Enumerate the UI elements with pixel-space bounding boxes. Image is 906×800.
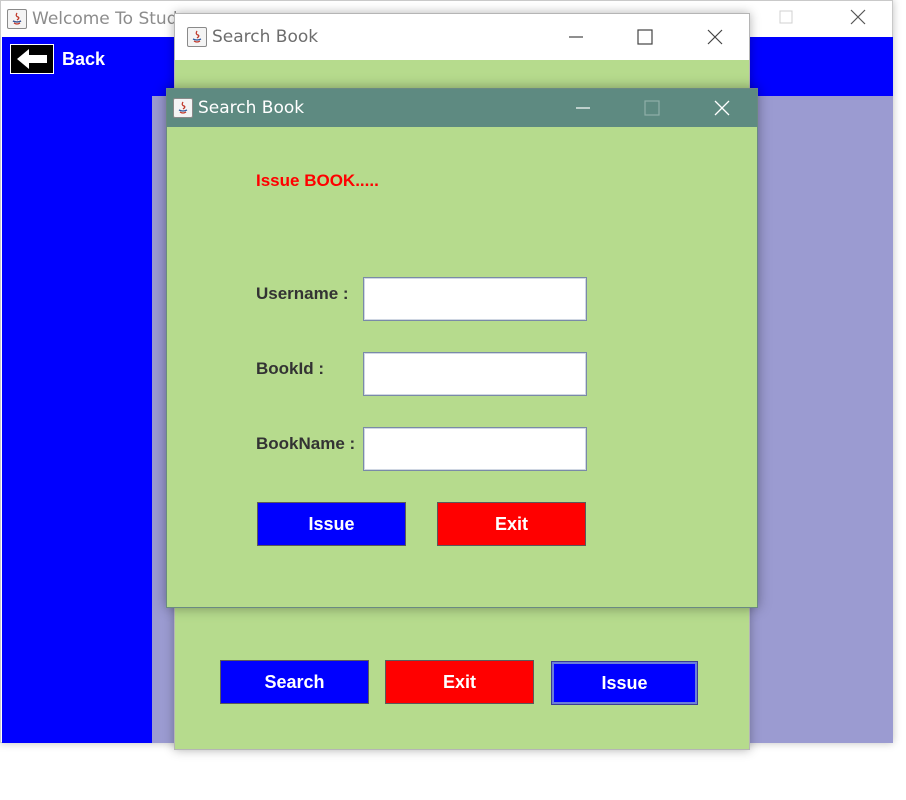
close-icon — [850, 9, 866, 25]
issue-submit-button[interactable]: Issue — [257, 502, 406, 546]
issue-heading: Issue BOOK..... — [256, 171, 379, 190]
main-close-button[interactable] — [835, 1, 881, 33]
bookname-field[interactable] — [363, 427, 587, 471]
bookid-label: BookId : — [256, 359, 324, 378]
issue-book-window: Search Book Issue BOOK..... Username : B… — [166, 88, 758, 608]
main-window-title: Welcome To Stud — [32, 9, 178, 29]
search-minimize-button[interactable] — [553, 14, 599, 60]
maximize-icon — [644, 100, 660, 116]
search-button[interactable]: Search — [220, 660, 369, 704]
close-icon — [707, 29, 723, 45]
issue-minimize-button[interactable] — [560, 89, 606, 127]
minimize-icon — [569, 36, 583, 38]
java-icon — [7, 9, 27, 29]
issue-close-button[interactable] — [699, 89, 745, 127]
search-window-title: Search Book — [212, 27, 319, 47]
left-panel — [2, 96, 152, 743]
exit-button[interactable]: Exit — [385, 660, 534, 704]
maximize-icon — [637, 29, 653, 45]
username-field[interactable] — [363, 277, 587, 321]
issue-button[interactable]: Issue — [551, 661, 698, 705]
back-label: Back — [62, 48, 106, 69]
issue-exit-button[interactable]: Exit — [437, 502, 586, 546]
search-maximize-button[interactable] — [622, 14, 668, 60]
issue-window-title: Search Book — [198, 98, 305, 118]
username-label: Username : — [256, 284, 349, 303]
back-button[interactable]: Back — [10, 44, 105, 74]
java-icon — [173, 98, 193, 118]
issue-maximize-button[interactable] — [629, 89, 675, 127]
arrow-left-icon — [10, 44, 54, 74]
main-maximize-button[interactable] — [763, 1, 809, 33]
minimize-icon — [576, 107, 590, 109]
close-icon — [714, 100, 730, 116]
maximize-icon — [779, 10, 793, 24]
bookname-label: BookName : — [256, 434, 356, 453]
java-icon — [187, 27, 207, 47]
bookid-field[interactable] — [363, 352, 587, 396]
search-close-button[interactable] — [692, 14, 738, 60]
